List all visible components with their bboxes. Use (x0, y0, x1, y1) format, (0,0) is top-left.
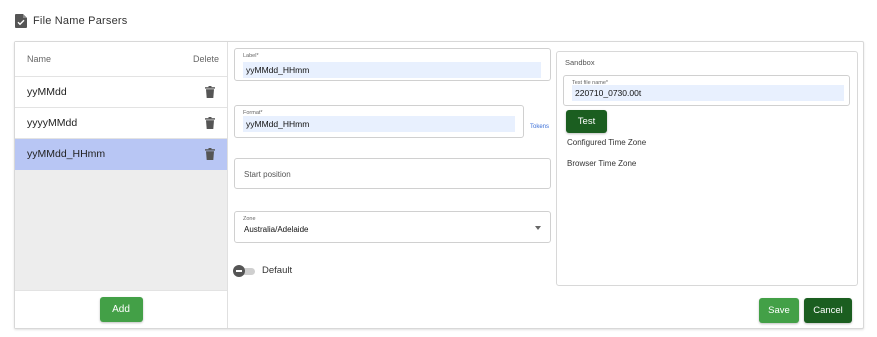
name-column-header: Name (27, 54, 52, 64)
list-item-label: yyMMdd (27, 86, 67, 98)
add-button[interactable]: Add (99, 297, 143, 322)
chevron-down-icon (535, 226, 541, 230)
list-item[interactable]: yyyyMMdd (15, 108, 227, 139)
sandbox-title: Sandbox (565, 58, 595, 67)
list-header: Name Delete (15, 42, 227, 77)
cancel-button[interactable]: Cancel (804, 298, 852, 323)
label-field-label: Label* (243, 53, 259, 59)
trash-icon[interactable] (205, 86, 215, 98)
start-position-input[interactable]: Start position (234, 158, 551, 189)
zone-select[interactable]: Zone Australia/Adelaide (234, 211, 551, 243)
test-button[interactable]: Test (566, 110, 607, 133)
file-check-icon (15, 14, 27, 28)
label-field-value[interactable]: yyMMdd_HHmm (243, 62, 541, 78)
default-toggle[interactable] (233, 265, 255, 277)
page-header: File Name Parsers (15, 12, 127, 30)
trash-icon[interactable] (205, 117, 215, 129)
configured-timezone-label: Configured Time Zone (567, 138, 647, 147)
parsers-card: Name Delete yyMMdd yyyyMMdd yyMMdd_HHmm (14, 41, 864, 329)
default-label: Default (262, 265, 293, 276)
browser-timezone-label: Browser Time Zone (567, 159, 637, 168)
list-item[interactable]: yyMMdd (15, 77, 227, 108)
parser-list: Name Delete yyMMdd yyyyMMdd yyMMdd_HHmm (15, 42, 228, 328)
save-button[interactable]: Save (759, 298, 799, 323)
list-footer: Add (15, 290, 227, 328)
delete-column-header: Delete (192, 54, 219, 64)
zone-value: Australia/Adelaide (244, 225, 309, 234)
format-field[interactable]: Format* yyMMdd_HHmm (234, 105, 524, 138)
test-file-field[interactable]: Test file name* 220710_0730.00t (563, 75, 850, 106)
trash-icon[interactable] (205, 148, 215, 160)
page-title: File Name Parsers (33, 15, 128, 27)
start-position-placeholder: Start position (244, 170, 291, 179)
label-field[interactable]: Label* yyMMdd_HHmm (234, 48, 551, 81)
format-field-value[interactable]: yyMMdd_HHmm (243, 116, 515, 132)
minus-icon (233, 265, 245, 277)
sandbox-panel: Sandbox Test file name* 220710_0730.00t … (556, 51, 858, 286)
tokens-link[interactable]: Tokens (530, 124, 549, 130)
list-item-label: yyMMdd_HHmm (27, 148, 106, 160)
test-file-value[interactable]: 220710_0730.00t (572, 85, 844, 101)
zone-label: Zone (243, 216, 256, 222)
list-item-label: yyyyMMdd (27, 117, 78, 129)
list-item-selected[interactable]: yyMMdd_HHmm (15, 139, 227, 170)
